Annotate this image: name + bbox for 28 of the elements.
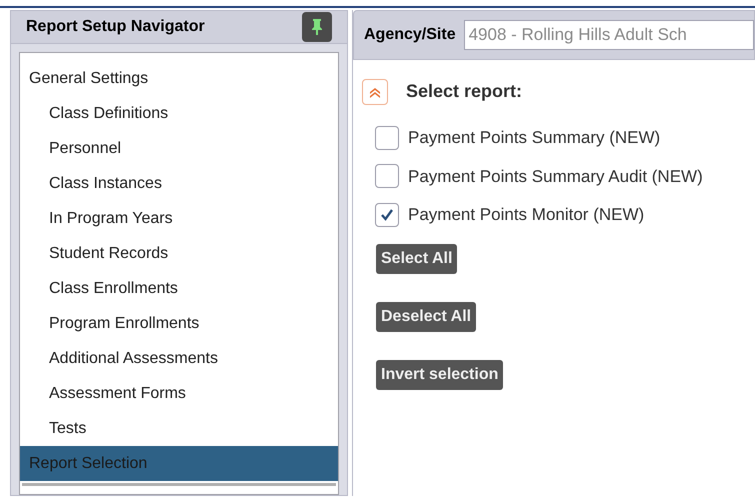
tree-item[interactable]: Class Definitions bbox=[20, 96, 338, 131]
tree-item[interactable]: Personnel bbox=[20, 131, 338, 166]
section-title: Select report: bbox=[406, 80, 522, 103]
tree-item[interactable]: Program Enrollments bbox=[20, 306, 338, 341]
collapse-button[interactable] bbox=[362, 78, 388, 104]
checkbox[interactable] bbox=[375, 202, 399, 227]
chevron-icon bbox=[369, 86, 381, 98]
tree-item[interactable]: In Program Years bbox=[20, 201, 338, 236]
pin-icon bbox=[311, 18, 323, 36]
action-button[interactable]: Deselect All bbox=[376, 302, 476, 332]
check-icon bbox=[380, 208, 394, 222]
field-label: Agency/Site bbox=[364, 25, 456, 45]
pin-button[interactable] bbox=[302, 12, 332, 42]
tree-item[interactable]: Class Enrollments bbox=[20, 271, 338, 306]
tree-item[interactable]: General Settings bbox=[20, 61, 338, 96]
action-button[interactable]: Select All bbox=[376, 244, 458, 274]
checkbox[interactable] bbox=[375, 126, 399, 150]
tree-item[interactable]: Student Records bbox=[20, 236, 338, 271]
checkbox-label: Payment Points Summary (NEW) bbox=[408, 127, 660, 149]
panel-title: Report Setup Navigator bbox=[26, 17, 205, 37]
action-button[interactable]: Invert selection bbox=[376, 360, 504, 390]
tree-item[interactable]: Tests bbox=[20, 411, 338, 446]
checkbox-label: Payment Points Summary Audit (NEW) bbox=[408, 166, 703, 188]
tree-item[interactable]: Assessment Forms bbox=[20, 376, 338, 411]
tree-item[interactable]: Additional Assessments bbox=[20, 341, 338, 376]
tree-item[interactable]: Class Instances bbox=[20, 166, 338, 201]
checkbox-label: Payment Points Monitor (NEW) bbox=[408, 204, 644, 226]
checkbox[interactable] bbox=[375, 164, 399, 188]
